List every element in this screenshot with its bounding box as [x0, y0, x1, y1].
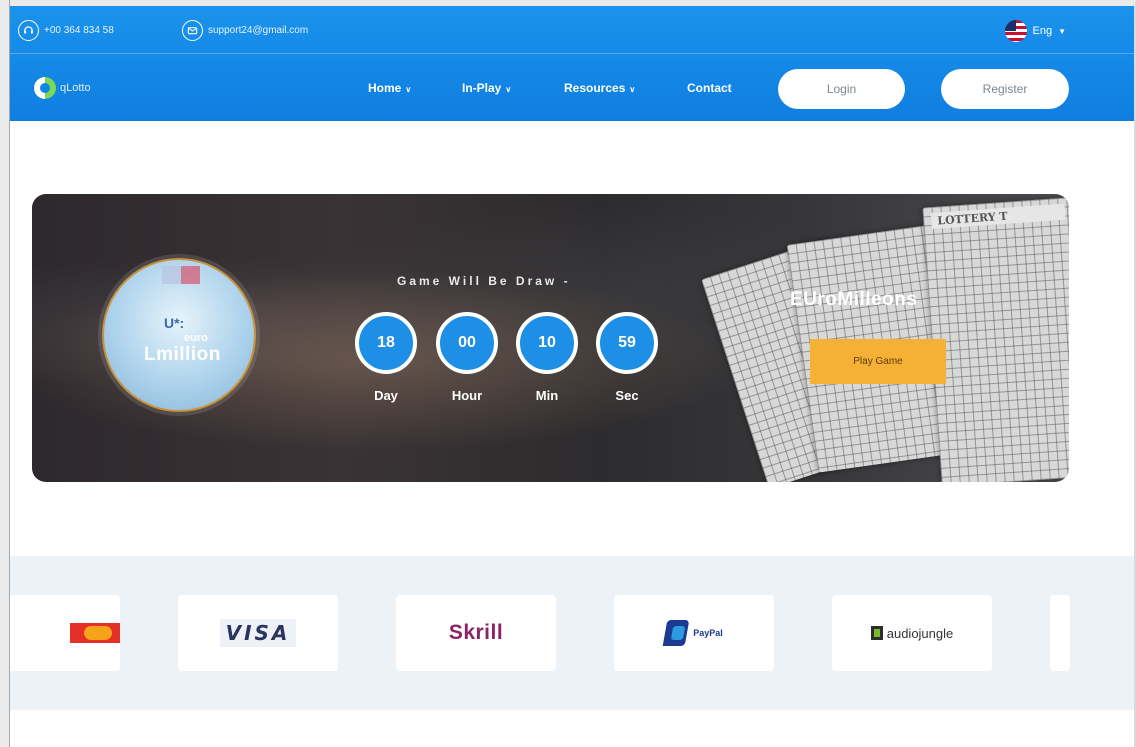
nav-contact-label: Contact [687, 81, 732, 95]
audiojungle-logo: audiojungle [870, 625, 954, 641]
email-contact[interactable]: support24@gmail.com [182, 20, 308, 41]
nav-contact[interactable]: Contact [687, 81, 732, 95]
paypal-text: PayPal [693, 628, 723, 638]
euro-millions-emblem: U*: euro Lmillion [102, 258, 256, 412]
visa-card: VISA [178, 595, 338, 671]
mail-icon [182, 20, 203, 41]
countdown-hour: 00 [436, 312, 498, 374]
window-border [9, 0, 10, 747]
emblem-line2: euro [184, 332, 208, 344]
game-name: EUroMilleons [790, 289, 918, 310]
emblem-line1: U*: [164, 315, 185, 331]
ticket-title: LOTTERY T [930, 203, 1066, 229]
emblem-flag [162, 266, 200, 284]
phone-number: +00 364 834 58 [44, 25, 114, 36]
draw-countdown-title: Game Will Be Draw - [397, 274, 571, 288]
audiojungle-card: audiojungle [832, 595, 992, 671]
audiojungle-mark-icon [870, 626, 883, 640]
site-logo[interactable]: qLotto [34, 77, 91, 99]
nav-home[interactable]: Home ∨ [368, 81, 411, 95]
register-button[interactable]: Register [941, 69, 1069, 109]
nav-resources[interactable]: Resources ∨ [564, 81, 635, 95]
us-flag-icon [1004, 20, 1027, 42]
paypal-card: PayPal [614, 595, 774, 671]
countdown-min: 10 [516, 312, 578, 374]
countdown-day-label: Day [374, 388, 398, 403]
play-game-button[interactable]: Play Game [810, 339, 946, 384]
main-navbar: qLotto Home ∨ In-Play ∨ Resources ∨ Contact… [10, 54, 1134, 121]
headset-icon [18, 20, 39, 41]
nav-home-label: Home [368, 81, 402, 95]
paypal-logo: PayPal [662, 620, 723, 646]
phone-contact[interactable]: +00 364 834 58 [18, 20, 114, 41]
countdown-min-label: Min [535, 388, 559, 403]
chevron-down-icon: ∨ [405, 85, 412, 94]
logo-text: qLotto [60, 82, 91, 94]
emblem-line3: Lmillion [144, 344, 221, 365]
countdown-hour-label: Hour [451, 388, 483, 403]
chevron-down-icon: ▼ [1058, 26, 1066, 36]
audiojungle-text: audiojungle [886, 625, 954, 641]
paypal-mark-icon [662, 620, 690, 646]
visa-logo: VISA [219, 619, 297, 647]
countdown-sec: 59 [596, 312, 658, 374]
mastercard-card [0, 595, 120, 671]
payment-methods-strip: VISA Skrill PayPal audiojungle [0, 556, 1134, 710]
countdown-sec-label: Sec [615, 388, 639, 403]
skrill-logo: Skrill [448, 621, 504, 644]
email-address: support24@gmail.com [208, 25, 309, 36]
nav-inplay[interactable]: In-Play ∨ [462, 81, 511, 95]
language-label: Eng [1032, 25, 1053, 37]
site-header: +00 364 834 58 support24@gmail.com Eng ▼… [10, 6, 1134, 121]
partial-payment-card [1050, 595, 1070, 671]
countdown-day: 18 [355, 312, 417, 374]
nav-resources-label: Resources [564, 81, 626, 95]
skrill-card: Skrill [396, 595, 556, 671]
logo-mark-icon [34, 77, 56, 99]
mastercard-logo [70, 623, 120, 643]
chevron-down-icon: ∨ [629, 85, 636, 94]
nav-inplay-label: In-Play [462, 81, 502, 95]
language-selector[interactable]: Eng ▼ [1004, 20, 1066, 42]
lottery-banner: LOTTERY T U*: euro Lmillion Game Will Be… [32, 194, 1069, 482]
top-contact-bar: +00 364 834 58 support24@gmail.com Eng ▼ [10, 6, 1134, 54]
chevron-down-icon: ∨ [505, 85, 512, 94]
login-button[interactable]: Login [778, 69, 905, 109]
